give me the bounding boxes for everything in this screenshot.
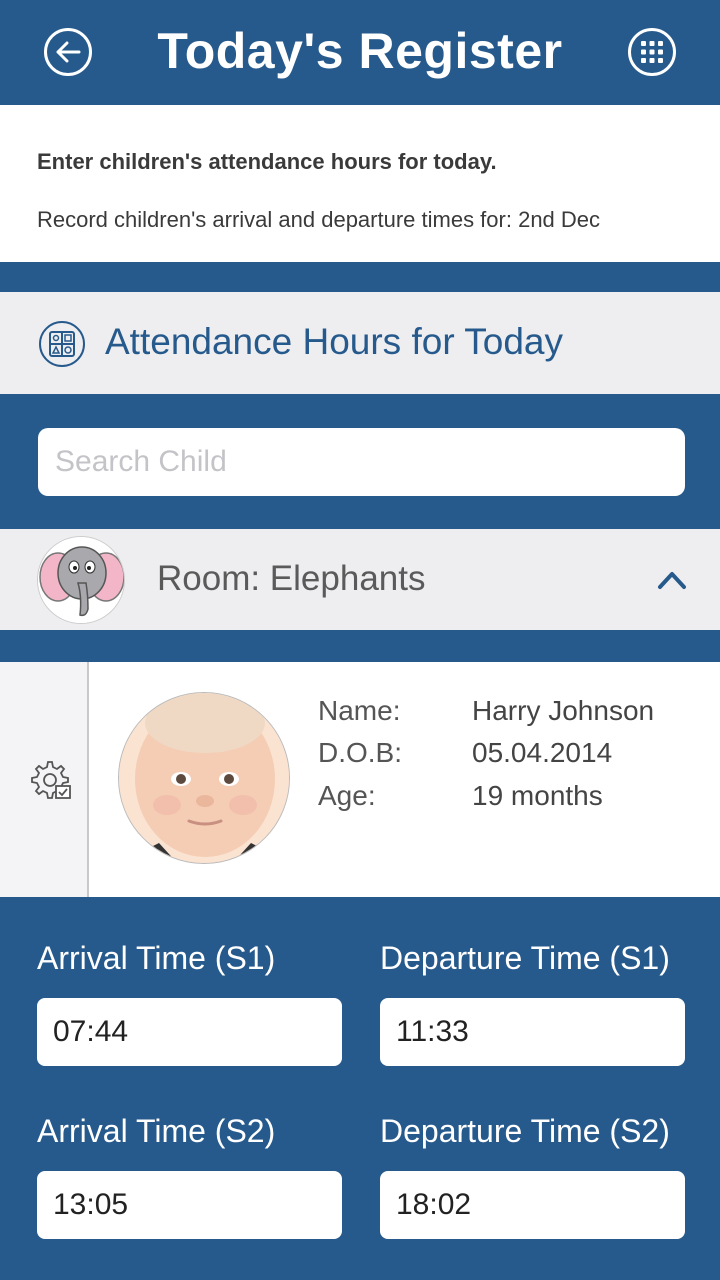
record-date-text: Record children's arrival and departure …	[37, 207, 601, 232]
child-dob: 05.04.2014	[472, 737, 613, 768]
section-title: Attendance Hours for Today	[105, 321, 563, 362]
section-heading: Attendance Hours for Today	[0, 292, 720, 394]
departure-s2-label: Departure Time (S2)	[380, 1113, 670, 1149]
arrival-s1-label: Arrival Time (S1)	[37, 940, 276, 976]
elephant-avatar	[37, 536, 125, 624]
child-age: 19 months	[472, 780, 603, 811]
room-header[interactable]: Room: Elephants	[0, 529, 720, 630]
search-child-input[interactable]	[38, 428, 685, 496]
attendance-grid-icon	[39, 321, 85, 367]
age-label: Age:	[318, 780, 376, 811]
departure-s1-label: Departure Time (S1)	[380, 940, 670, 976]
child-card: Name: Harry Johnson D.O.B: 05.04.2014 Ag…	[0, 662, 720, 897]
departure-s2-field[interactable]: 18:02	[380, 1171, 685, 1239]
header: Today's Register	[0, 0, 720, 105]
page-title: Today's Register	[157, 23, 563, 79]
chevron-up-icon[interactable]	[652, 563, 692, 595]
grid-menu-button[interactable]	[628, 28, 676, 76]
arrival-s1-field[interactable]: 07:44	[37, 998, 342, 1066]
instruction-text: Enter children's attendance hours for to…	[37, 149, 497, 174]
intro-panel: Enter children's attendance hours for to…	[0, 105, 720, 262]
departure-s1-field[interactable]: 11:33	[380, 998, 685, 1066]
arrival-s2-field[interactable]: 13:05	[37, 1171, 342, 1239]
dob-label: D.O.B:	[318, 737, 403, 768]
arrival-s2-label: Arrival Time (S2)	[37, 1113, 276, 1149]
child-photo	[118, 692, 290, 864]
settings-gear-icon[interactable]	[30, 758, 74, 802]
child-settings-column	[0, 662, 89, 897]
child-name: Harry Johnson	[472, 695, 655, 726]
grid-menu-icon	[641, 41, 663, 63]
room-label: Room: Elephants	[157, 559, 426, 598]
name-label: Name:	[318, 695, 401, 726]
